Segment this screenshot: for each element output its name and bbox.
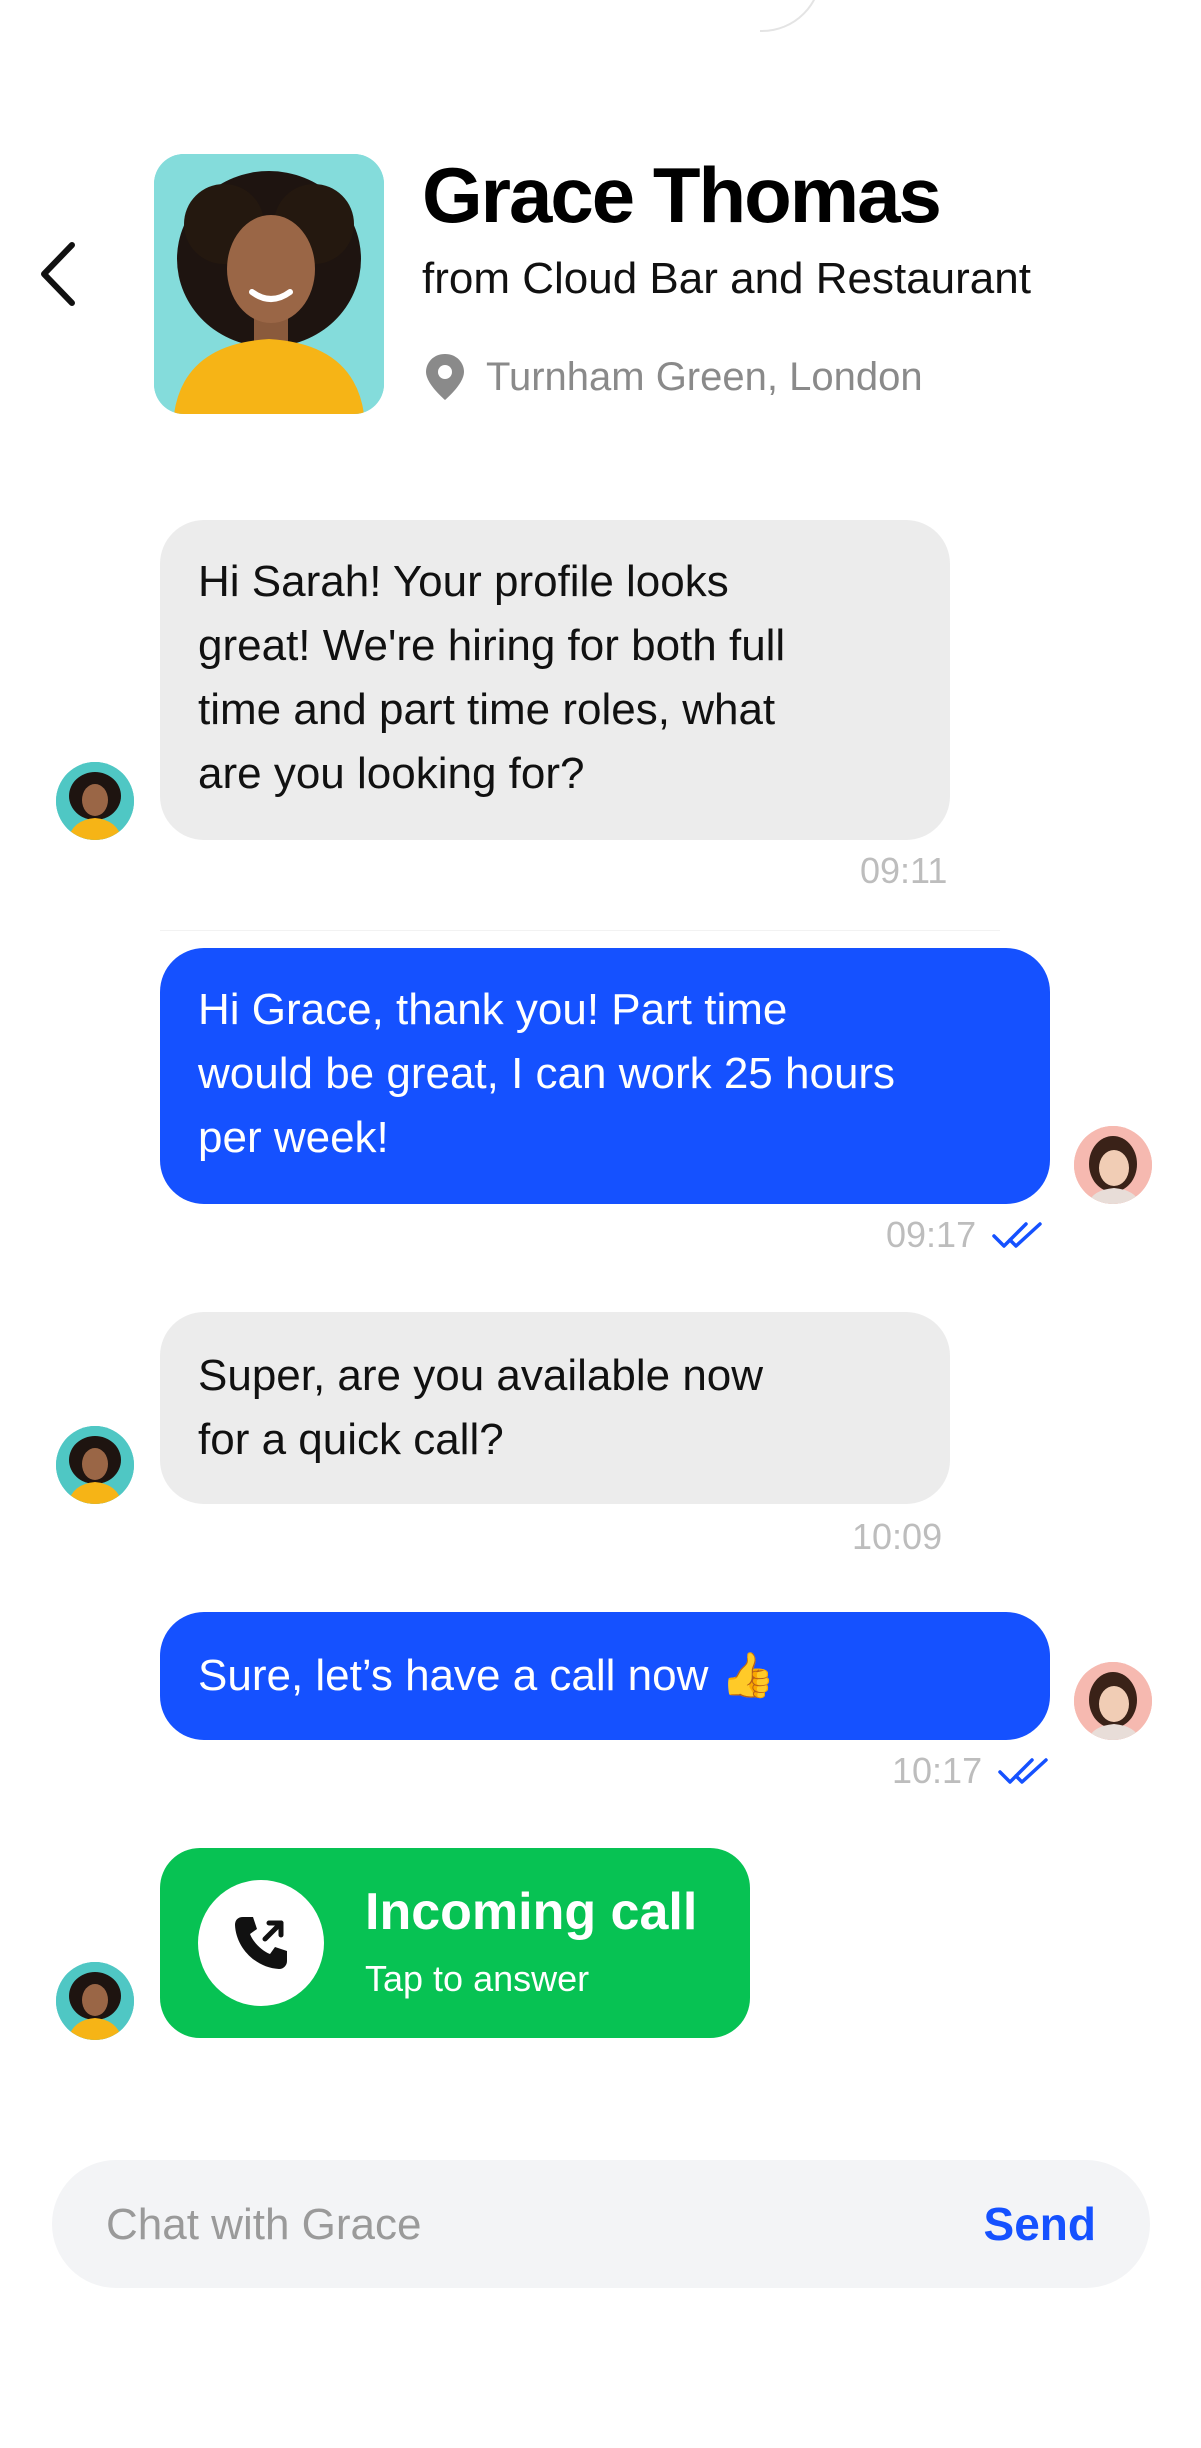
send-button[interactable]: Send (984, 2160, 1096, 2288)
message-timestamp: 10:09 (852, 1516, 943, 1557)
call-subtitle: Tap to answer (365, 1958, 590, 1999)
message-line: Hi Grace, thank you! Part time (198, 985, 788, 1034)
message-composer: Send (52, 2160, 1150, 2290)
message-timestamp: 09:11 (860, 850, 948, 891)
person-photo-icon (56, 1962, 134, 2040)
message-bubble-outgoing[interactable]: Hi Grace, thank you! Part time would be … (160, 948, 1050, 1204)
double-check-icon (992, 1222, 1042, 1248)
call-icon-badge (198, 1880, 324, 2006)
message-line: time and part time roles, what (198, 685, 776, 734)
status-bar-decoration (760, 0, 822, 32)
person-photo-icon (154, 154, 384, 414)
chevron-left-icon (41, 242, 75, 306)
message-line: for a quick call? (198, 1415, 504, 1464)
message-bubble-incoming[interactable]: Super, are you available now for a quick… (160, 1312, 950, 1504)
avatar-grace[interactable] (56, 1962, 134, 2040)
back-button[interactable] (30, 238, 86, 310)
message-bubble-incoming[interactable]: Hi Sarah! Your profile looks great! We'r… (160, 520, 950, 840)
contact-avatar[interactable] (154, 154, 384, 414)
avatar-grace[interactable] (56, 762, 134, 840)
message-line: per week! (198, 1113, 389, 1162)
avatar-sarah[interactable] (1074, 1662, 1152, 1740)
message-line: Sure, let’s have a call now 👍 (198, 1651, 776, 1700)
message-timestamp-row: 10:17 (892, 1750, 1050, 1792)
person-photo-icon (56, 762, 134, 840)
contact-name: Grace Thomas (422, 151, 942, 239)
person-photo-icon (56, 1426, 134, 1504)
avatar-sarah[interactable] (1074, 1126, 1152, 1204)
message-line: would be great, I can work 25 hours (198, 1049, 896, 1098)
message-line: Super, are you available now (198, 1351, 764, 1400)
person-photo-icon (1074, 1662, 1152, 1740)
person-photo-icon (1074, 1126, 1152, 1204)
avatar-grace[interactable] (56, 1426, 134, 1504)
message-line: are you looking for? (198, 749, 585, 798)
message-timestamp: 10:17 (892, 1750, 983, 1791)
message-bubble-outgoing[interactable]: Sure, let’s have a call now 👍 (160, 1612, 1050, 1740)
call-title: Incoming call (365, 1883, 698, 1941)
map-pin-icon (426, 354, 464, 400)
contact-location: Turnham Green, London (422, 352, 923, 402)
message-line: great! We're hiring for both full (198, 621, 786, 670)
message-timestamp-row: 09:17 (886, 1214, 1044, 1256)
message-line: Hi Sarah! Your profile looks (198, 557, 729, 606)
chat-input[interactable] (104, 2160, 928, 2290)
phone-incoming-icon (235, 1917, 287, 1969)
contact-company: from Cloud Bar and Restaurant (422, 254, 1031, 303)
divider (160, 930, 1000, 931)
message-timestamp: 09:17 (886, 1214, 977, 1255)
location-text: Turnham Green, London (486, 354, 923, 399)
incoming-call-card[interactable]: Incoming call Tap to answer (160, 1848, 750, 2038)
double-check-icon (998, 1758, 1048, 1784)
